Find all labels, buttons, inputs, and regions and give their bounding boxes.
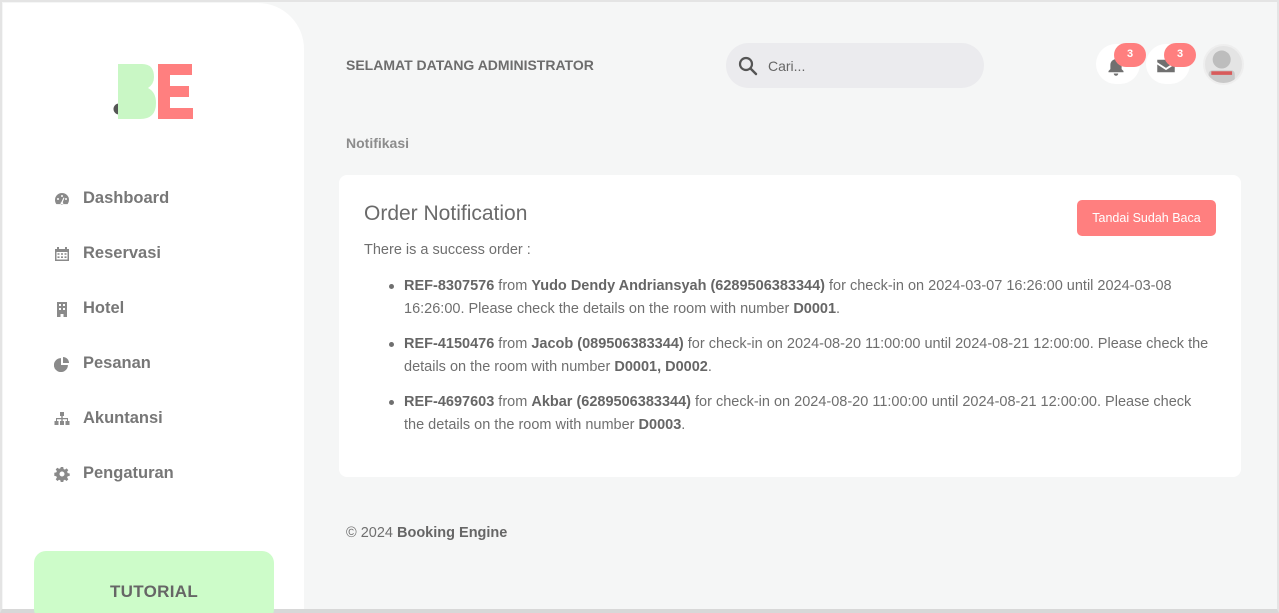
order-end: .: [681, 417, 686, 433]
sidebar-item-pengaturan[interactable]: Pengaturan: [53, 446, 174, 501]
sitemap-icon: [53, 410, 71, 428]
order-room: D0001: [793, 301, 837, 317]
list-item: REF-4697603 from Akbar (6289506383344) f…: [389, 391, 1214, 437]
order-end: .: [707, 359, 712, 375]
card-intro: There is a success order :: [364, 242, 531, 258]
footer-brand: Booking Engine: [397, 525, 508, 541]
sidebar-item-dashboard[interactable]: Dashboard: [53, 171, 174, 226]
sidebar: Dashboard Reservasi Hotel Pesanan Akunta…: [3, 3, 304, 613]
avatar[interactable]: [1203, 44, 1244, 85]
user-avatar-icon: [1208, 50, 1235, 83]
order-room: D0003: [638, 417, 682, 433]
sidebar-item-label: Hotel: [83, 299, 125, 317]
sidebar-item-akuntansi[interactable]: Akuntansi: [53, 391, 174, 446]
sidebar-item-label: Dashboard: [83, 189, 170, 207]
order-guest: Akbar (6289506383344): [531, 394, 691, 410]
search-box[interactable]: [726, 43, 984, 88]
search-input[interactable]: [768, 57, 968, 74]
sidebar-item-pesanan[interactable]: Pesanan: [53, 336, 174, 391]
building-icon: [53, 300, 71, 318]
tutorial-button[interactable]: TUTORIAL: [34, 551, 274, 613]
sidebar-item-label: Reservasi: [83, 244, 161, 262]
search-icon: [738, 56, 758, 75]
order-guest: Jacob (089506383344): [531, 336, 684, 352]
notification-count-badge: 3: [1114, 43, 1146, 67]
list-item: REF-8307576 from Yudo Dendy Andriansyah …: [389, 275, 1214, 321]
footer: © 2024 Booking Engine: [346, 525, 507, 541]
sidebar-item-label: Pengaturan: [83, 464, 174, 482]
order-ref: REF-4697603: [404, 394, 495, 410]
order-from-word: from: [494, 394, 532, 410]
message-count-badge: 3: [1164, 43, 1196, 67]
order-room: D0001, D0002: [614, 359, 708, 375]
calendar-icon: [53, 245, 71, 263]
welcome-text: SELAMAT DATANG ADMINISTRATOR: [346, 57, 594, 73]
notification-card: Order Notification Tandai Sudah Baca The…: [339, 175, 1241, 477]
sidebar-item-reservasi[interactable]: Reservasi: [53, 226, 174, 281]
copyright-text: © 2024: [346, 525, 397, 541]
sidebar-item-label: Pesanan: [83, 354, 151, 372]
dashboard-icon: [53, 190, 71, 208]
order-list: REF-8307576 from Yudo Dendy Andriansyah …: [389, 275, 1214, 449]
breadcrumb: Notifikasi: [346, 135, 410, 151]
order-ref: REF-4150476: [404, 336, 495, 352]
order-end: .: [836, 301, 841, 317]
card-title: Order Notification: [364, 202, 528, 225]
mark-as-read-button[interactable]: Tandai Sudah Baca: [1077, 200, 1216, 236]
pie-chart-icon: [53, 355, 71, 373]
brand-logo[interactable]: [112, 61, 196, 123]
sidebar-item-label: Akuntansi: [83, 409, 163, 427]
gear-icon: [53, 465, 71, 483]
messages-button[interactable]: 3: [1146, 43, 1196, 84]
order-from-word: from: [494, 278, 532, 294]
order-from-word: from: [494, 336, 532, 352]
order-guest: Yudo Dendy Andriansyah (6289506383344): [531, 278, 825, 294]
order-ref: REF-8307576: [404, 278, 495, 294]
notifications-button[interactable]: 3: [1096, 43, 1146, 84]
list-item: REF-4150476 from Jacob (089506383344) fo…: [389, 333, 1214, 379]
sidebar-item-hotel[interactable]: Hotel: [53, 281, 174, 336]
sidebar-nav: Dashboard Reservasi Hotel Pesanan Akunta…: [53, 171, 174, 501]
